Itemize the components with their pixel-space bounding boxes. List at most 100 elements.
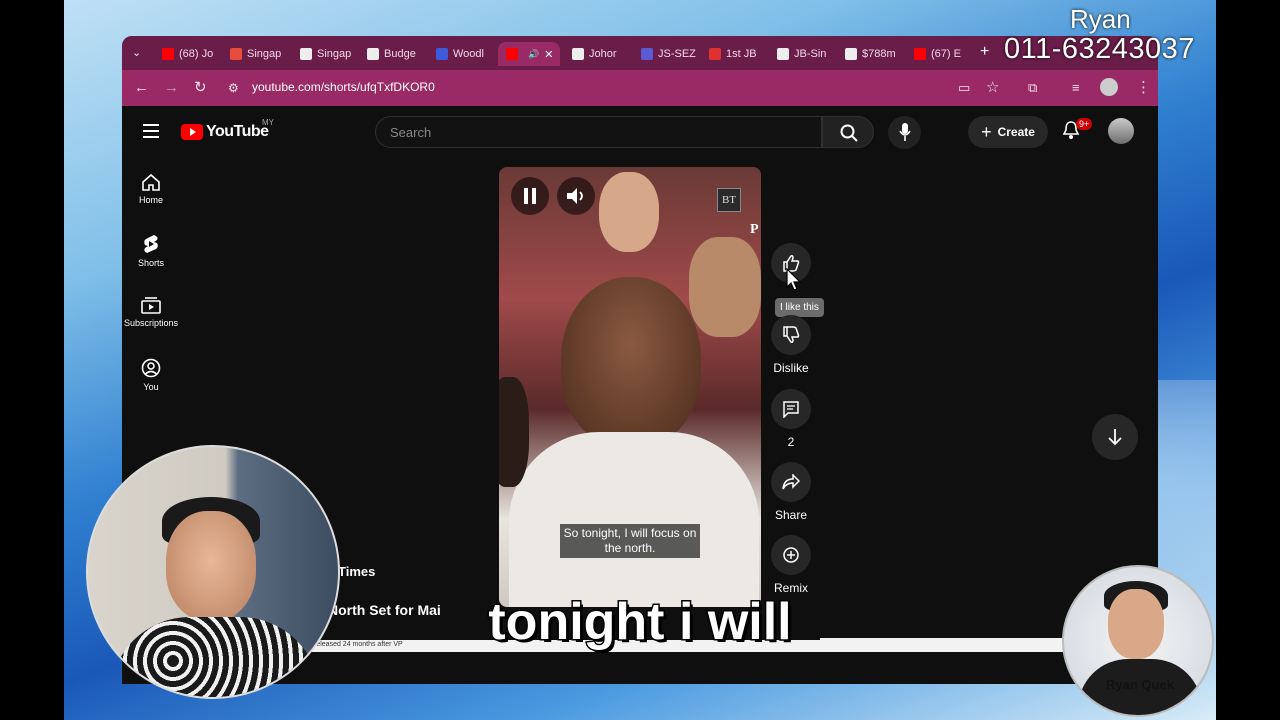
browser-tab[interactable]: 🔊 ✕ bbox=[498, 42, 560, 66]
speaker-face bbox=[561, 277, 701, 447]
site-icon bbox=[641, 48, 653, 60]
comment-icon bbox=[783, 401, 799, 418]
notification-badge: 9+ bbox=[1076, 118, 1093, 130]
remix-button[interactable]: Remix bbox=[771, 535, 811, 595]
account-avatar[interactable] bbox=[1108, 118, 1134, 144]
volume-button[interactable] bbox=[557, 177, 595, 215]
nav-label: You bbox=[143, 382, 159, 392]
next-short-button[interactable] bbox=[1092, 414, 1138, 460]
hamburger-menu-icon[interactable] bbox=[143, 124, 159, 138]
nav-item-you[interactable]: You bbox=[122, 358, 180, 392]
forward-arrow-icon[interactable]: → bbox=[164, 79, 179, 97]
menu-kebab-icon[interactable]: ⋮ bbox=[1136, 79, 1151, 97]
search-input[interactable]: Search bbox=[375, 116, 822, 148]
profile-avatar-icon[interactable] bbox=[1100, 78, 1118, 96]
search-icon bbox=[840, 124, 858, 142]
subscriptions-icon bbox=[141, 297, 161, 314]
audio-playing-icon[interactable]: 🔊 bbox=[528, 49, 539, 60]
speaker-shirt bbox=[509, 432, 759, 607]
tab-label: 1st JB bbox=[726, 48, 757, 60]
browser-tab[interactable]: $788m bbox=[837, 42, 901, 66]
nav-label: Subscriptions bbox=[123, 318, 179, 328]
comment-count: 2 bbox=[787, 435, 795, 449]
plus-icon: + bbox=[981, 121, 992, 142]
youtube-logo-icon[interactable] bbox=[181, 124, 203, 140]
thumbs-down-icon bbox=[783, 326, 800, 343]
video-frame: ⌄ (68) Jo Singap Singap Budge Woodl 🔊 ✕ Johor JS… bbox=[0, 0, 1280, 720]
volume-icon bbox=[567, 188, 583, 204]
tab-label: (67) E bbox=[931, 48, 961, 60]
browser-tab[interactable]: Johor bbox=[564, 42, 628, 66]
browser-tab[interactable]: (67) E bbox=[906, 42, 972, 66]
browser-tab[interactable]: Budge bbox=[359, 42, 423, 66]
arrow-down-icon bbox=[1108, 429, 1122, 446]
e-icon bbox=[436, 48, 448, 60]
site-info-icon[interactable]: ⚙ bbox=[228, 79, 239, 97]
presenter-webcam-left bbox=[86, 445, 340, 699]
tab-label: JB-Sin bbox=[794, 48, 827, 60]
st-icon bbox=[777, 48, 789, 60]
tab-label: $788m bbox=[862, 48, 896, 60]
create-button[interactable]: + Create bbox=[968, 116, 1048, 148]
tab-bar: ⌄ (68) Jo Singap Singap Budge Woodl 🔊 ✕ Johor JS… bbox=[122, 36, 1158, 70]
dislike-button[interactable]: Dislike bbox=[771, 315, 811, 375]
bt-icon bbox=[300, 48, 312, 60]
pause-icon bbox=[524, 188, 536, 204]
channel-logo: BT bbox=[717, 188, 741, 212]
bookmark-star-icon[interactable]: ☆ bbox=[986, 79, 999, 97]
burned-in-caption: tonight i will bbox=[487, 592, 793, 653]
home-icon bbox=[142, 173, 160, 191]
tab-label: Singap bbox=[317, 48, 352, 60]
browser-tab[interactable]: 1st JB bbox=[701, 42, 765, 66]
tab-label: (68) Jo bbox=[179, 48, 214, 60]
tab-label: Singap bbox=[247, 48, 282, 60]
audience-member bbox=[599, 172, 659, 252]
browser-tab[interactable]: JB-Sin bbox=[769, 42, 833, 66]
youtube-icon bbox=[162, 48, 174, 60]
bt-icon bbox=[367, 48, 379, 60]
you-icon bbox=[141, 358, 161, 378]
share-label: Share bbox=[774, 508, 808, 522]
youtube-logo-text[interactable]: YouTube bbox=[206, 123, 269, 141]
overlay-contact-phone: 011-63243037 bbox=[1004, 33, 1195, 65]
media-control-icon[interactable]: ≡ bbox=[1072, 79, 1080, 97]
tab-label: Johor bbox=[589, 48, 617, 60]
nav-item-home[interactable]: Home bbox=[122, 173, 180, 205]
region-code: MY bbox=[262, 118, 274, 127]
comments-button[interactable]: 2 bbox=[771, 389, 811, 449]
browser-tab[interactable]: Singap bbox=[222, 42, 288, 66]
video-subtitle: So tonight, I will focus on the north. bbox=[560, 524, 700, 558]
close-tab-icon[interactable]: ✕ bbox=[544, 48, 553, 61]
browser-tab[interactable]: JS-SEZ bbox=[633, 42, 697, 66]
background-page-text: Times bbox=[338, 564, 376, 579]
audience-member bbox=[499, 377, 529, 487]
extensions-icon[interactable]: ⧉ bbox=[1028, 79, 1037, 97]
nav-item-shorts[interactable]: Shorts bbox=[122, 234, 180, 268]
back-arrow-icon[interactable]: ← bbox=[134, 79, 149, 97]
tab-search-icon[interactable]: ⌄ bbox=[132, 44, 141, 62]
tab-label: Budge bbox=[384, 48, 416, 60]
nav-item-subscriptions[interactable]: Subscriptions bbox=[122, 296, 180, 328]
overlay-contact-name: Ryan bbox=[1070, 4, 1131, 34]
new-tab-button[interactable]: + bbox=[980, 43, 989, 61]
site-icon bbox=[230, 48, 242, 60]
youtube-icon bbox=[914, 48, 926, 60]
bt-icon bbox=[572, 48, 584, 60]
reload-icon[interactable]: ↻ bbox=[194, 79, 207, 97]
mouse-cursor-icon bbox=[786, 268, 802, 291]
browser-tab[interactable]: Woodl bbox=[428, 42, 492, 66]
address-bar[interactable]: youtube.com/shorts/ufqTxfDKOR0 bbox=[252, 80, 435, 94]
pause-button[interactable] bbox=[511, 177, 549, 215]
search-button[interactable] bbox=[822, 116, 874, 148]
browser-tab[interactable]: Singap bbox=[292, 42, 354, 66]
share-button[interactable]: Share bbox=[771, 462, 811, 522]
create-label: Create bbox=[997, 125, 1035, 139]
nav-label: Home bbox=[138, 195, 163, 205]
st-icon bbox=[845, 48, 857, 60]
dislike-label: Dislike bbox=[773, 361, 809, 375]
browser-tab[interactable]: (68) Jo bbox=[154, 42, 218, 66]
cast-icon[interactable]: ▭ bbox=[958, 79, 970, 97]
share-arrow-icon bbox=[782, 474, 800, 490]
shorts-icon bbox=[144, 235, 158, 253]
voice-search-button[interactable] bbox=[888, 116, 921, 149]
